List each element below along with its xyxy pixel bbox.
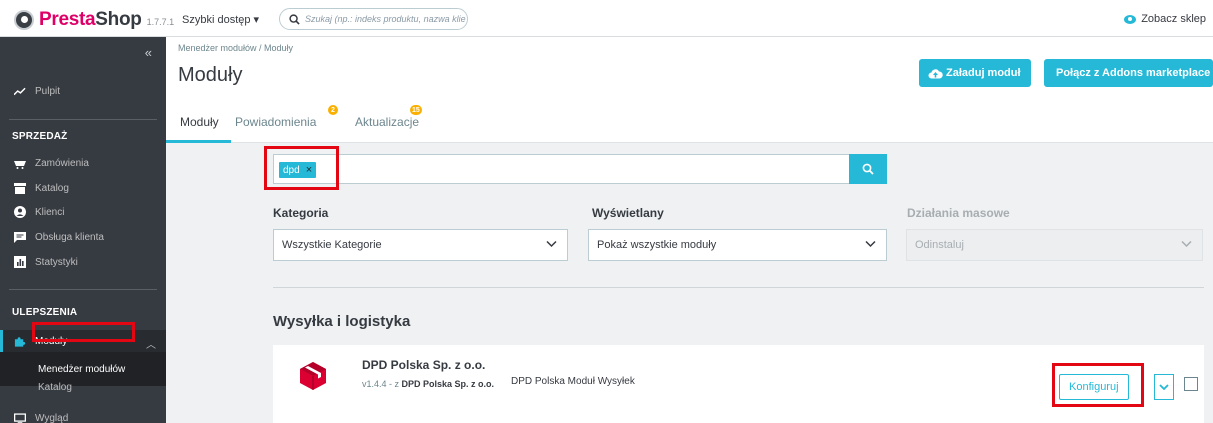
sidebar-item-stats[interactable]: Statystyki (14, 256, 78, 268)
puzzle-icon (14, 335, 26, 347)
sidebar-divider (9, 119, 157, 120)
view-shop-link[interactable]: Zobacz sklep (1124, 13, 1206, 25)
search-icon (289, 13, 300, 25)
highlight-box-module-manager (32, 322, 135, 342)
cart-icon (14, 157, 26, 169)
bulk-actions-label: Działania masowe (907, 206, 1010, 220)
highlight-box-filter-tag (264, 146, 339, 190)
cloud-upload-icon (928, 68, 943, 78)
store-icon (14, 182, 26, 194)
view-shop-label: Zobacz sklep (1141, 13, 1206, 25)
tab-updates[interactable]: Aktualizacje (355, 115, 419, 129)
bulk-actions-value: Odinstaluj (915, 239, 964, 251)
active-tab-indicator (166, 140, 231, 143)
category-value: Wszystkie Kategorie (282, 239, 382, 251)
sidebar-item-label: Statystyki (35, 256, 78, 268)
chevron-up-icon: ︿ (146, 340, 156, 351)
search-placeholder: Szukaj (np.: indeks produktu, nazwa klie (305, 14, 466, 24)
module-meta: v1.4.4 - z DPD Polska Sp. z o.o. (362, 377, 502, 392)
sidebar-item-customer-service[interactable]: Obsługa klienta (14, 231, 104, 243)
sidebar-item-label: Katalog (35, 182, 69, 194)
page-title: Moduły (178, 64, 243, 86)
sidebar-section-improvements: ULEPSZENIA (12, 307, 78, 318)
trending-icon (14, 85, 26, 97)
quick-access-dropdown[interactable]: Szybki dostęp ▾ (182, 13, 259, 26)
dpd-logo-icon (300, 362, 326, 390)
display-label: Wyświetlany (592, 206, 664, 220)
section-title: Wysyłka i logistyka (273, 313, 411, 330)
monitor-icon (14, 412, 26, 423)
category-select[interactable]: Wszystkie Kategorie (273, 229, 568, 261)
highlight-box-configure (1052, 363, 1144, 407)
display-select[interactable]: Pokaż wszystkie moduły (588, 229, 887, 261)
display-value: Pokaż wszystkie moduły (597, 239, 717, 251)
eye-icon (1124, 14, 1137, 24)
section-divider (273, 287, 1204, 288)
sidebar-subitem-module-manager[interactable]: Menedżer modułów (38, 364, 125, 375)
sidebar-item-customers[interactable]: Klienci (14, 206, 64, 218)
category-label: Kategoria (273, 206, 329, 220)
breadcrumb[interactable]: Menedżer modułów / Moduły (178, 43, 293, 53)
sidebar-item-label: Wygląd (35, 412, 69, 423)
chevron-down-icon (1159, 383, 1169, 390)
chat-icon (14, 231, 26, 243)
connect-addons-button[interactable]: Połącz z Addons marketplace (1044, 59, 1213, 87)
search-icon (862, 163, 874, 175)
sidebar-subitem-catalog[interactable]: Katalog (38, 382, 72, 393)
bar-chart-icon (14, 256, 26, 268)
connect-addons-label: Połącz z Addons marketplace (1056, 67, 1211, 79)
prestashop-logo-icon (14, 10, 34, 30)
updates-badge: 15 (410, 105, 422, 115)
prestashop-logo[interactable]: PrestaShop 1.7.7.1 (14, 9, 174, 31)
chevron-down-icon (865, 240, 876, 248)
sidebar-item-label: Zamówienia (35, 157, 89, 169)
bulk-actions-select: Odinstaluj (906, 229, 1203, 261)
module-actions-dropdown[interactable] (1154, 374, 1174, 400)
page-header: Menedżer modułów / Moduły Moduły Załaduj… (166, 37, 1213, 100)
sidebar-item-label: Klienci (35, 206, 65, 218)
tab-notifications[interactable]: Powiadomienia (235, 115, 316, 129)
module-filter-input[interactable] (273, 154, 849, 184)
notifications-badge: 2 (328, 105, 338, 115)
sidebar-item-orders[interactable]: Zamówienia (14, 157, 89, 169)
sidebar-item-label: Pulpit (35, 85, 61, 97)
collapse-sidebar-icon[interactable]: « (145, 45, 152, 60)
tab-modules[interactable]: Moduły (180, 115, 219, 129)
tabs-bar: Moduły Powiadomienia 2 Aktualizacje 15 (166, 100, 1213, 143)
sidebar: « Pulpit SPRZEDAŻ Zamówienia Katalog Kli… (0, 37, 166, 423)
module-description: DPD Polska Moduł Wysyłek (511, 376, 635, 387)
module-version: v1.4.4 - z (362, 379, 402, 389)
sidebar-divider (9, 289, 157, 290)
sidebar-item-label: Obsługa klienta (35, 231, 104, 243)
upload-module-button[interactable]: Załaduj moduł (919, 59, 1031, 87)
sidebar-item-catalog[interactable]: Katalog (14, 182, 69, 194)
sidebar-item-appearance[interactable]: Wygląd (14, 412, 68, 423)
module-name: DPD Polska Sp. z o.o. (362, 358, 486, 372)
logo-presta: Presta (39, 9, 96, 30)
top-search-input[interactable]: Szukaj (np.: indeks produktu, nazwa klie (279, 8, 468, 30)
chevron-down-icon (1181, 240, 1192, 248)
top-bar: PrestaShop 1.7.7.1 Szybki dostęp ▾ Szuka… (0, 0, 1213, 37)
user-icon (14, 206, 26, 218)
filter-search-button[interactable] (849, 154, 887, 184)
version-label: 1.7.7.1 (146, 17, 175, 27)
module-author: DPD Polska Sp. z o.o. (401, 379, 495, 389)
sidebar-section-sales: SPRZEDAŻ (12, 131, 68, 142)
module-select-checkbox[interactable] (1184, 377, 1198, 391)
logo-shop: Shop (95, 9, 142, 30)
upload-module-label: Załaduj moduł (946, 67, 1021, 79)
sidebar-item-dashboard[interactable]: Pulpit (14, 85, 60, 97)
chevron-down-icon (546, 240, 557, 248)
